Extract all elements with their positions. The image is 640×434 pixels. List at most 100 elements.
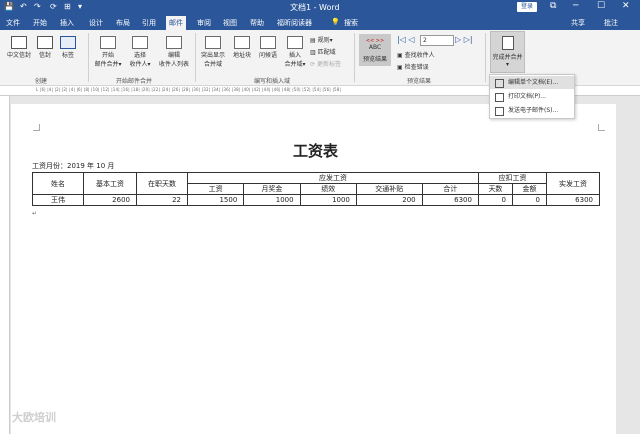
redo-icon[interactable]: ↷	[34, 2, 41, 11]
group-write-insert-label: 编写和插入域	[254, 78, 291, 85]
cell-actual[interactable]: 6300	[546, 194, 600, 206]
prev-record-icon[interactable]: ◁	[408, 35, 414, 44]
insert-field-icon	[287, 36, 303, 49]
layout-icon[interactable]: ⊞	[64, 2, 71, 11]
find-icon: ▣	[397, 52, 405, 59]
cell-base[interactable]: 2600	[83, 194, 137, 206]
tab-insert[interactable]: 插入	[60, 18, 74, 28]
tab-view[interactable]: 视图	[223, 18, 237, 28]
subheader-salary[interactable]: 工资	[186, 183, 245, 195]
labels-icon	[60, 36, 76, 49]
subheader-deduct-days[interactable]: 天数	[477, 183, 513, 195]
salary-table[interactable]: 姓名 基本工资 在职天数 应发工资 应扣工资 实发工资 工资 月奖金 绩效 交通…	[32, 172, 600, 206]
tab-foxit[interactable]: 福昕阅读器	[277, 18, 312, 28]
undo-icon[interactable]: ↶	[20, 2, 27, 11]
document-title[interactable]: 工资表	[293, 140, 338, 161]
window-title: 文档1 - Word	[290, 3, 340, 12]
rules-button[interactable]: ▤ 规则▾	[310, 35, 333, 44]
envelope-icon	[37, 36, 53, 49]
insert-merge-field-button[interactable]: 插入 合并域▾	[282, 36, 308, 68]
comments-button[interactable]: 批注	[604, 18, 618, 28]
edit-list-icon	[166, 36, 182, 49]
title-bar: 💾 ↶ ↷ ⟳ ⊞ ▾ 文档1 - Word 登录 ⧉ ─ ☐ ✕	[0, 0, 640, 15]
divider	[354, 33, 355, 82]
address-block-button[interactable]: 地址块	[230, 36, 254, 59]
header-actual[interactable]: 实发工资	[546, 172, 600, 195]
cell-salary[interactable]: 1500	[186, 194, 245, 206]
printer-icon	[495, 93, 504, 102]
first-record-icon[interactable]: |◁	[397, 35, 406, 44]
address-block-icon	[234, 36, 250, 49]
subheader-transport[interactable]: 交通补贴	[355, 183, 423, 195]
header-deduct[interactable]: 应扣工资	[477, 172, 548, 184]
share-button[interactable]: 共享	[571, 18, 585, 28]
header-base-salary[interactable]: 基本工资	[83, 172, 137, 195]
update-icon: ⟳	[310, 61, 317, 68]
match-fields-button[interactable]: ▥ 匹配域	[310, 47, 336, 56]
tab-review[interactable]: 审阅	[197, 18, 211, 28]
tab-home[interactable]: 开始	[33, 18, 47, 28]
highlight-merge-fields-button[interactable]: 突出显示 合并域	[198, 36, 228, 68]
menu-item-print-documents[interactable]: 打印文档(P)...	[490, 90, 574, 103]
menu-item-edit-documents[interactable]: 编辑单个文档(E)...	[490, 76, 574, 89]
chinese-envelope-button[interactable]: 中文信封	[4, 36, 34, 59]
menu-item-send-email[interactable]: 发送电子邮件(S)...	[490, 104, 574, 117]
refresh-icon[interactable]: ⟳	[50, 2, 57, 11]
last-record-icon[interactable]: ▷|	[464, 35, 473, 44]
tab-references[interactable]: 引用	[142, 18, 156, 28]
cell-transport[interactable]: 200	[355, 194, 423, 206]
email-icon	[495, 107, 504, 116]
next-record-icon[interactable]: ▷	[455, 35, 461, 44]
cell-days[interactable]: 22	[136, 194, 188, 206]
header-days[interactable]: 在职天数	[136, 172, 188, 195]
subheader-performance[interactable]: 绩效	[299, 183, 357, 195]
login-button[interactable]: 登录	[517, 2, 537, 12]
customize-qat-icon[interactable]: ▾	[78, 2, 82, 11]
ribbon-display-icon[interactable]: ⧉	[550, 1, 556, 11]
divider	[485, 33, 486, 82]
update-labels-button[interactable]: ⟳ 更新标签	[310, 59, 341, 68]
cell-bonus[interactable]: 1000	[243, 194, 301, 206]
select-recipients-button[interactable]: 选择 收件人▾	[127, 36, 153, 68]
tab-mailings[interactable]: 邮件	[166, 16, 186, 30]
tab-help[interactable]: 帮助	[250, 18, 264, 28]
check-icon: ▣	[397, 64, 405, 71]
salary-month[interactable]: 工资月份：2019 年 10 月	[32, 161, 114, 171]
subheader-total[interactable]: 合计	[421, 183, 479, 195]
table-header-row: 姓名 基本工资 在职天数 应发工资 应扣工资 实发工资	[32, 172, 600, 195]
lightbulb-icon[interactable]: 💡	[331, 18, 340, 26]
mail-merge-icon	[100, 36, 116, 49]
greeting-line-button[interactable]: 问候语	[256, 36, 280, 59]
maximize-icon[interactable]: ☐	[597, 1, 605, 11]
close-icon[interactable]: ✕	[622, 1, 630, 11]
tab-file[interactable]: 文件	[6, 18, 20, 28]
cell-deduct-days[interactable]: 0	[477, 194, 513, 206]
edit-recipient-list-button[interactable]: 编辑 收件人列表	[157, 36, 191, 68]
find-recipient-button[interactable]: ▣ 查找收件人	[397, 50, 435, 59]
cell-name[interactable]: 王伟	[32, 194, 84, 206]
tell-me-search[interactable]: 搜索	[344, 18, 358, 28]
record-number-field[interactable]: 2	[420, 35, 454, 46]
tab-layout[interactable]: 布局	[116, 18, 130, 28]
finish-merge-button[interactable]: 完成并合并 ▾	[490, 31, 525, 73]
tab-design[interactable]: 设计	[89, 18, 103, 28]
envelope-button[interactable]: 信封	[36, 36, 54, 59]
preview-results-button[interactable]: << >> ABC 预览结果	[359, 34, 391, 66]
start-mail-merge-button[interactable]: 开始 邮件合并▾	[92, 36, 124, 68]
margin-mark	[598, 124, 605, 131]
rules-icon: ▤	[310, 37, 318, 44]
margin-mark	[33, 124, 40, 131]
cell-performance[interactable]: 1000	[299, 194, 357, 206]
cell-deduct-amount[interactable]: 0	[511, 194, 548, 206]
finish-merge-dropdown: 编辑单个文档(E)... 打印文档(P)... 发送电子邮件(S)...	[489, 74, 575, 119]
header-name[interactable]: 姓名	[32, 172, 84, 195]
save-icon[interactable]: 💾	[4, 2, 14, 11]
header-payable[interactable]: 应发工资	[187, 172, 479, 184]
check-errors-button[interactable]: ▣ 检查错误	[397, 62, 429, 71]
subheader-deduct-amount[interactable]: 金额	[511, 183, 548, 195]
minimize-icon[interactable]: ─	[573, 1, 578, 11]
cell-total[interactable]: 6300	[421, 194, 479, 206]
vertical-ruler[interactable]	[0, 96, 10, 434]
subheader-bonus[interactable]: 月奖金	[243, 183, 301, 195]
labels-button[interactable]: 标签	[59, 36, 77, 59]
